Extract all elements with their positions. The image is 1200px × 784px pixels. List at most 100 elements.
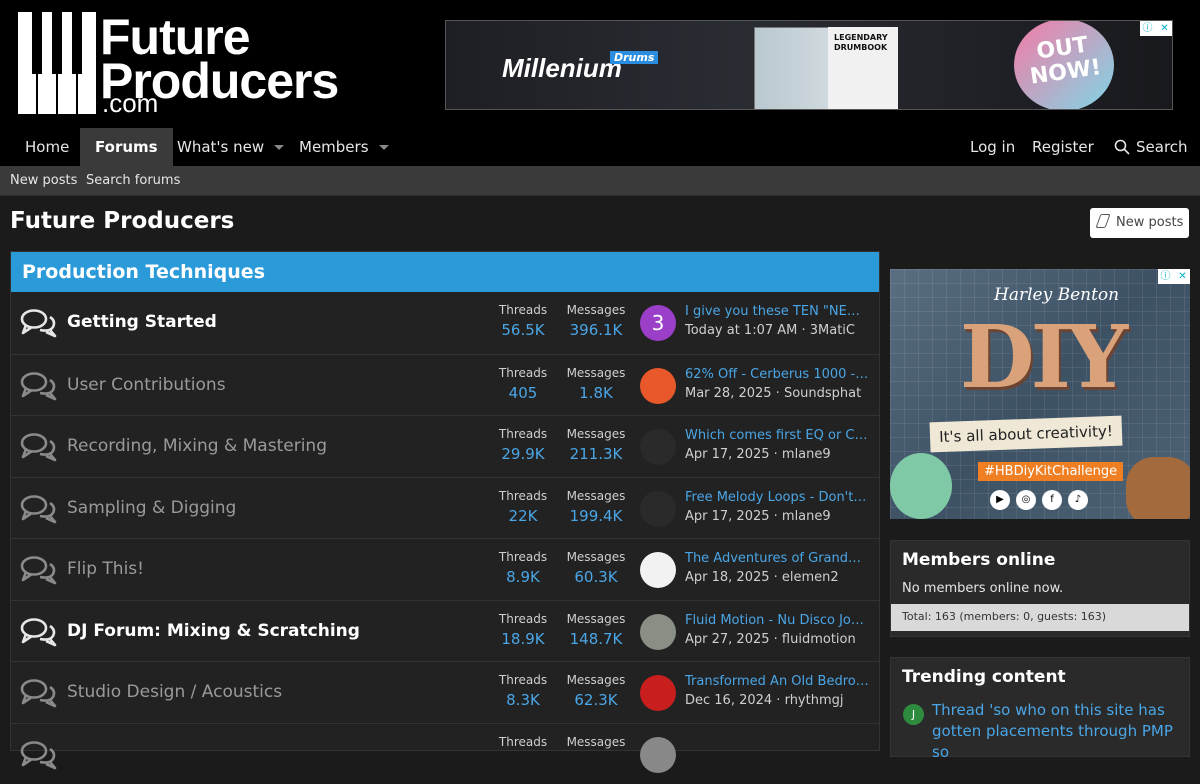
chevron-down-icon[interactable] bbox=[379, 145, 389, 150]
site-logo[interactable]: Future Producers .com bbox=[18, 12, 430, 116]
tiktok-icon[interactable]: ♪ bbox=[1068, 490, 1088, 510]
threads-label: Threads bbox=[499, 612, 547, 626]
forum-category-block: Production Techniques Getting Started Thr… bbox=[10, 251, 880, 751]
info-icon[interactable]: ⓘ bbox=[1158, 269, 1173, 284]
ad-choices[interactable]: ⓘ ✕ bbox=[1158, 269, 1190, 284]
new-posts-button[interactable]: New posts bbox=[1090, 208, 1189, 238]
forum-row[interactable]: DJ Forum: Mixing & Scratching Threads 18.9… bbox=[11, 600, 879, 662]
messages-count: 211.3K bbox=[565, 445, 627, 463]
last-post-meta: Dec 16, 2024 · rhythmgj bbox=[685, 693, 844, 708]
avatar[interactable] bbox=[640, 675, 676, 711]
trending-item-link[interactable]: Thread 'so who on this site has gotten p… bbox=[932, 700, 1182, 763]
avatar[interactable] bbox=[640, 552, 676, 588]
ad-cta-circle: OUT NOW! bbox=[1014, 20, 1114, 110]
page-title: Future Producers bbox=[10, 208, 234, 234]
trending-panel: Trending content J Thread 'so who on thi… bbox=[890, 657, 1190, 757]
forum-title[interactable]: Sampling & Digging bbox=[67, 478, 236, 539]
forum-title[interactable]: User Contributions bbox=[67, 355, 226, 416]
avatar[interactable] bbox=[640, 429, 676, 465]
last-post-meta: Mar 28, 2025 · Soundsphat bbox=[685, 386, 861, 401]
members-online-title[interactable]: Members online bbox=[891, 541, 1189, 579]
ad-choices[interactable]: ⓘ ✕ bbox=[1140, 21, 1172, 36]
forum-messages-stat: Messages 60.3K bbox=[565, 550, 627, 586]
avatar[interactable] bbox=[640, 614, 676, 650]
youtube-icon[interactable]: ▶ bbox=[990, 490, 1010, 510]
forum-row[interactable]: Studio Design / Acoustics Threads 8.3K Mess… bbox=[11, 661, 879, 723]
avatar[interactable] bbox=[640, 368, 676, 404]
messages-count: 1.8K bbox=[565, 384, 627, 402]
threads-count: 29.9K bbox=[497, 445, 549, 463]
site-header: Future Producers .com Millenium Drums LE… bbox=[0, 0, 1200, 128]
last-post-title[interactable]: The Adventures of Grandmaster bbox=[685, 551, 869, 566]
forum-row[interactable]: ThreadsMessages bbox=[11, 723, 879, 784]
forum-messages-stat: Messages1.8K bbox=[565, 366, 627, 402]
last-post-title[interactable]: 62% Off - Cerberus 1000 - The bbox=[685, 367, 869, 382]
search-label: Search bbox=[1136, 138, 1188, 156]
forum-title[interactable]: Recording, Mixing & Mastering bbox=[67, 416, 327, 477]
messages-label: Messages bbox=[567, 673, 626, 687]
instagram-icon[interactable]: ◎ bbox=[1016, 490, 1036, 510]
forum-messages-stat: Messages211.3K bbox=[565, 427, 627, 463]
social-icons: ▶ ◎ f ♪ bbox=[990, 490, 1088, 510]
threads-label: Threads bbox=[499, 427, 547, 441]
avatar[interactable]: 3 bbox=[640, 305, 676, 341]
forum-chat-icon bbox=[20, 308, 58, 338]
bolt-icon bbox=[1095, 214, 1110, 228]
category-title[interactable]: Production Techniques bbox=[11, 252, 879, 292]
forum-row[interactable]: User Contributions Threads 405 Messages1.8K… bbox=[11, 354, 879, 416]
forum-chat-icon bbox=[20, 740, 58, 770]
forum-title[interactable]: DJ Forum: Mixing & Scratching bbox=[67, 601, 360, 662]
subnav-new-posts[interactable]: New posts bbox=[10, 166, 77, 196]
last-post-meta: Apr 27, 2025 · fluidmotion bbox=[685, 632, 856, 647]
threads-count: 18.9K bbox=[497, 630, 549, 648]
sidebar-ad[interactable]: Harley Benton DIY It's all about creativ… bbox=[890, 269, 1190, 519]
nav-home[interactable]: Home bbox=[25, 128, 69, 166]
threads-label: Threads bbox=[499, 673, 547, 687]
avatar[interactable] bbox=[640, 737, 676, 773]
forum-threads-stat: Threads bbox=[497, 735, 549, 753]
last-post-title[interactable]: Which comes first EQ or Comp bbox=[685, 428, 869, 443]
forum-row[interactable]: Recording, Mixing & Mastering Threads 29.9… bbox=[11, 415, 879, 477]
forum-chat-icon bbox=[20, 494, 58, 524]
forum-threads-stat: Threads56.5K bbox=[497, 303, 549, 339]
login-link[interactable]: Log in bbox=[970, 128, 1015, 166]
forum-title[interactable]: Getting Started bbox=[67, 292, 217, 353]
nav-whats-new[interactable]: What's new bbox=[177, 128, 284, 166]
register-link[interactable]: Register bbox=[1032, 128, 1094, 166]
avatar[interactable]: J bbox=[903, 704, 924, 725]
close-icon[interactable]: ✕ bbox=[1175, 269, 1190, 284]
top-banner-ad[interactable]: Millenium Drums LEGENDARY DRUMBOOK OUT N… bbox=[445, 20, 1173, 110]
threads-label: Threads bbox=[499, 366, 547, 380]
forum-row[interactable]: Getting StartedThreads56.5KMessages396.1… bbox=[11, 292, 879, 354]
last-post-title[interactable]: I give you these TEN "NEWBIE bbox=[685, 304, 869, 319]
chevron-down-icon[interactable] bbox=[274, 145, 284, 150]
nav-members-label: Members bbox=[299, 138, 369, 156]
members-online-total: Total: 163 (members: 0, guests: 163) bbox=[891, 604, 1189, 631]
last-post-title[interactable]: Transformed An Old Bedroom bbox=[685, 674, 869, 689]
info-icon[interactable]: ⓘ bbox=[1140, 21, 1155, 36]
last-post-title[interactable]: Free Melody Loops - Don't Miss bbox=[685, 490, 869, 505]
messages-label: Messages bbox=[567, 550, 626, 564]
threads-count: 8.9K bbox=[497, 568, 549, 586]
forum-row[interactable]: Sampling & DiggingThreads22KMessages199.… bbox=[11, 477, 879, 539]
forum-row[interactable]: Flip This!Threads8.9KMessages60.3KThe Ad… bbox=[11, 538, 879, 600]
messages-count: 62.3K bbox=[565, 691, 627, 709]
messages-count: 60.3K bbox=[565, 568, 627, 586]
last-post-title[interactable]: Fluid Motion - Nu Disco Journey bbox=[685, 613, 869, 628]
forum-title[interactable]: Flip This! bbox=[67, 539, 144, 600]
messages-label: Messages bbox=[567, 303, 626, 317]
close-icon[interactable]: ✕ bbox=[1157, 21, 1172, 36]
forum-threads-stat: Threads 8.3K bbox=[497, 673, 549, 709]
forum-threads-stat: Threads 18.9K bbox=[497, 612, 549, 648]
nav-forums[interactable]: Forums bbox=[80, 128, 173, 166]
avatar[interactable] bbox=[640, 491, 676, 527]
threads-count: 8.3K bbox=[497, 691, 549, 709]
search-button[interactable]: Search bbox=[1114, 128, 1188, 166]
subnav-search-forums[interactable]: Search forums bbox=[86, 166, 180, 196]
threads-count: 405 bbox=[497, 384, 549, 402]
forum-title[interactable]: Studio Design / Acoustics bbox=[67, 662, 282, 723]
sub-nav: New posts Search forums bbox=[0, 166, 1200, 196]
facebook-icon[interactable]: f bbox=[1042, 490, 1062, 510]
messages-count: 148.7K bbox=[565, 630, 627, 648]
nav-members[interactable]: Members bbox=[299, 128, 389, 166]
